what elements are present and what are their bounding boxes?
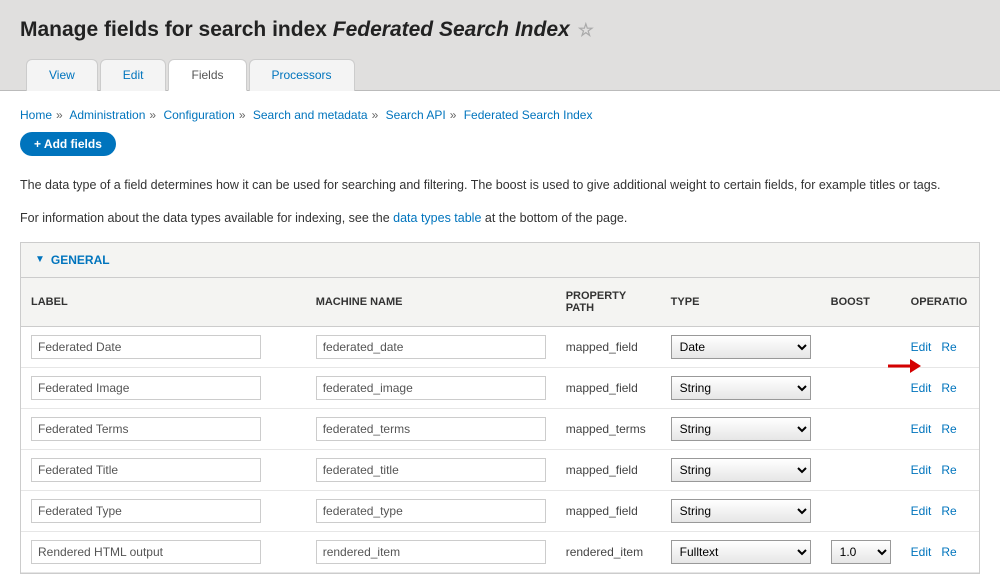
table-row: mapped_field String Edit Re <box>21 490 979 531</box>
page-title: Manage fields for search index Federated… <box>20 18 980 58</box>
machine-name-input[interactable] <box>316 540 546 564</box>
table-row: mapped_field String Edit Re <box>21 449 979 490</box>
favorite-star-icon[interactable]: ☆ <box>578 20 594 41</box>
machine-name-input[interactable] <box>316 499 546 523</box>
breadcrumb-index[interactable]: Federated Search Index <box>464 108 593 122</box>
title-index-name: Federated Search Index <box>333 18 570 41</box>
col-boost: BOOST <box>821 278 901 327</box>
property-path: mapped_field <box>556 490 661 531</box>
table-row: mapped_field Date Edit Re <box>21 326 979 367</box>
label-input[interactable] <box>31 458 261 482</box>
tab-edit[interactable]: Edit <box>100 59 167 91</box>
col-label: LABEL <box>21 278 306 327</box>
breadcrumb-home[interactable]: Home <box>20 108 52 122</box>
label-input[interactable] <box>31 417 261 441</box>
machine-name-input[interactable] <box>316 458 546 482</box>
remove-link[interactable]: Re <box>941 545 956 559</box>
remove-link[interactable]: Re <box>941 504 956 518</box>
intro-paragraph-2: For information about the data types ava… <box>20 209 980 228</box>
title-prefix: Manage fields for search index <box>20 18 333 41</box>
general-fieldset-label: GENERAL <box>51 253 110 267</box>
tab-view[interactable]: View <box>26 59 98 91</box>
col-path: PROPERTY PATH <box>556 278 661 327</box>
tab-processors[interactable]: Processors <box>249 59 355 91</box>
intro-paragraph-1: The data type of a field determines how … <box>20 176 980 195</box>
type-select[interactable]: String <box>671 417 811 441</box>
general-fieldset-toggle[interactable]: ▼ GENERAL <box>21 243 979 277</box>
machine-name-input[interactable] <box>316 417 546 441</box>
type-select[interactable]: String <box>671 499 811 523</box>
edit-link[interactable]: Edit <box>911 463 932 477</box>
table-row: mapped_terms String Edit Re <box>21 408 979 449</box>
type-select[interactable]: Date <box>671 335 811 359</box>
property-path: mapped_field <box>556 326 661 367</box>
breadcrumb-api[interactable]: Search API <box>386 108 446 122</box>
caret-down-icon: ▼ <box>35 254 45 265</box>
table-row: mapped_field String Edit Re <box>21 367 979 408</box>
edit-link[interactable]: Edit <box>911 504 932 518</box>
property-path: rendered_item <box>556 531 661 572</box>
property-path: mapped_field <box>556 449 661 490</box>
general-fieldset: ▼ GENERAL LABEL MACHINE NAME PROPERTY PA… <box>20 242 980 574</box>
label-input[interactable] <box>31 499 261 523</box>
breadcrumb-admin[interactable]: Administration <box>69 108 145 122</box>
breadcrumb: Home» Administration» Configuration» Sea… <box>20 108 980 122</box>
type-select[interactable]: String <box>671 376 811 400</box>
type-select[interactable]: Fulltext <box>671 540 811 564</box>
edit-link[interactable]: Edit <box>911 422 932 436</box>
fields-table: LABEL MACHINE NAME PROPERTY PATH TYPE BO… <box>21 278 979 573</box>
remove-link[interactable]: Re <box>941 463 956 477</box>
edit-link[interactable]: Edit <box>911 545 932 559</box>
type-select[interactable]: String <box>671 458 811 482</box>
boost-select[interactable]: 1.0 <box>831 540 891 564</box>
primary-tabs: View Edit Fields Processors <box>26 58 980 90</box>
table-row: rendered_item Fulltext 1.0 Edit Re <box>21 531 979 572</box>
remove-link[interactable]: Re <box>941 340 956 354</box>
breadcrumb-meta[interactable]: Search and metadata <box>253 108 368 122</box>
label-input[interactable] <box>31 540 261 564</box>
annotation-arrow-icon <box>886 356 922 376</box>
machine-name-input[interactable] <box>316 376 546 400</box>
col-type: TYPE <box>661 278 821 327</box>
label-input[interactable] <box>31 376 261 400</box>
edit-link[interactable]: Edit <box>911 340 932 354</box>
machine-name-input[interactable] <box>316 335 546 359</box>
property-path: mapped_terms <box>556 408 661 449</box>
property-path: mapped_field <box>556 367 661 408</box>
add-fields-button[interactable]: + Add fields <box>20 132 116 156</box>
data-types-table-link[interactable]: data types table <box>393 211 481 225</box>
tab-fields[interactable]: Fields <box>168 59 246 91</box>
col-machine: MACHINE NAME <box>306 278 556 327</box>
edit-link[interactable]: Edit <box>911 381 932 395</box>
col-ops: OPERATIO <box>901 278 979 327</box>
label-input[interactable] <box>31 335 261 359</box>
remove-link[interactable]: Re <box>941 422 956 436</box>
remove-link[interactable]: Re <box>941 381 956 395</box>
breadcrumb-config[interactable]: Configuration <box>163 108 234 122</box>
